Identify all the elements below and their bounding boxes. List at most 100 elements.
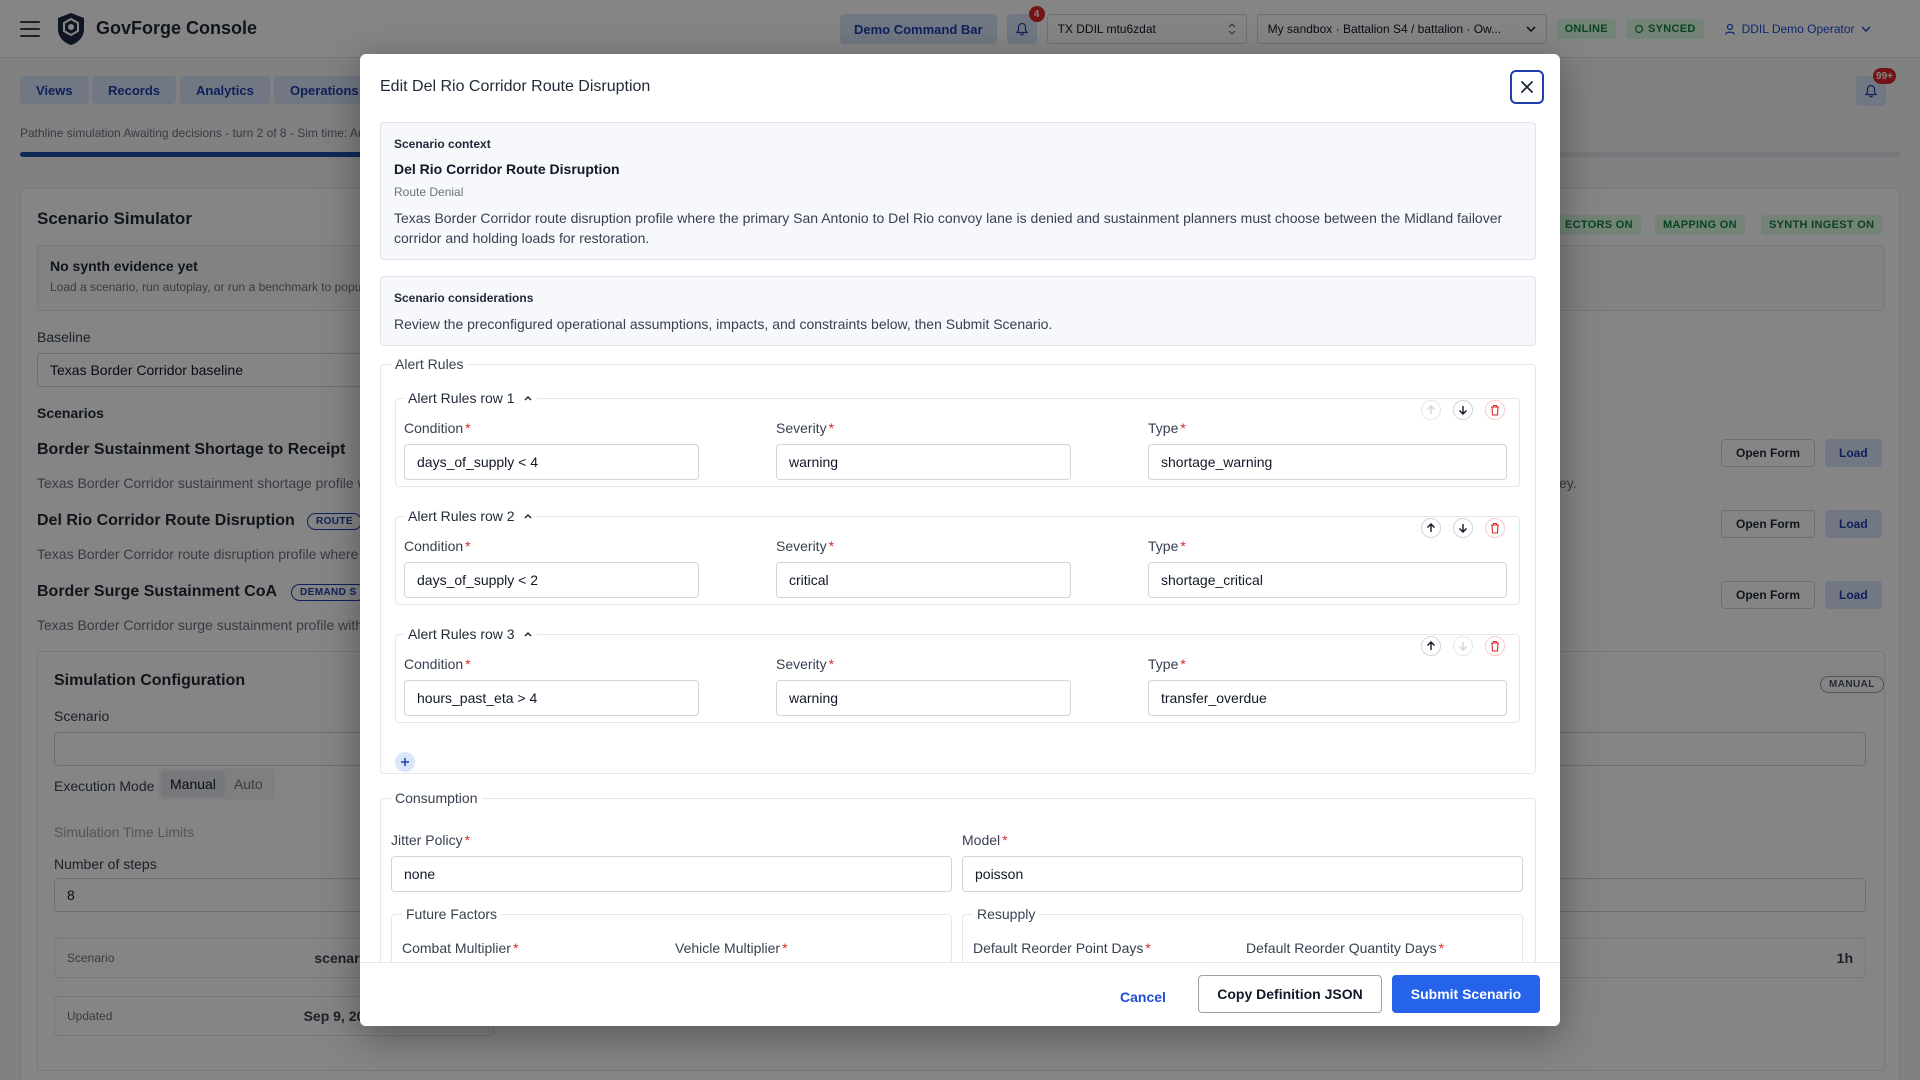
dialog-footer: Cancel Copy Definition JSON Submit Scena…	[360, 962, 1560, 1026]
reorder-quantity-label: Default Reorder Quantity Days *	[1246, 940, 1444, 956]
condition-input[interactable]: days_of_supply < 4	[404, 444, 699, 480]
type-label: Type *	[1148, 538, 1186, 554]
context-subtitle: Route Denial	[394, 185, 464, 199]
context-label: Scenario context	[394, 137, 491, 151]
required-marker: *	[465, 420, 471, 436]
required-marker: *	[828, 538, 835, 554]
add-row-button[interactable]	[395, 752, 415, 772]
type-input[interactable]: transfer_overdue	[1148, 680, 1507, 716]
required-marker: *	[1180, 420, 1186, 436]
type-label: Type *	[1148, 420, 1186, 436]
severity-label: Severity *	[776, 538, 834, 554]
arrow-down-icon	[1459, 524, 1467, 533]
considerations-label: Scenario considerations	[394, 291, 534, 305]
condition-label: Condition *	[404, 538, 471, 554]
copy-definition-json-button[interactable]: Copy Definition JSON	[1198, 975, 1382, 1013]
delete-row-button[interactable]	[1485, 400, 1505, 420]
jitter-policy-label: Jitter Policy *	[391, 832, 470, 848]
considerations-text: Review the preconfigured operational ass…	[394, 316, 1053, 332]
label-text: Condition	[404, 656, 464, 672]
row-legend[interactable]: Alert Rules row 1	[404, 390, 537, 406]
cancel-button[interactable]: Cancel	[1112, 979, 1174, 1015]
close-icon	[1521, 81, 1533, 93]
future-factors-legend: Future Factors	[406, 906, 498, 922]
label-text: Severity	[776, 538, 827, 554]
label-text: Combat Multiplier	[402, 940, 511, 956]
vehicle-multiplier-label: Vehicle Multiplier *	[675, 940, 788, 956]
context-title: Del Rio Corridor Route Disruption	[394, 161, 620, 177]
required-marker: *	[465, 656, 471, 672]
required-marker: *	[465, 538, 471, 554]
label-text: Severity	[776, 420, 827, 436]
scenario-considerations-box: Scenario considerations Review the preco…	[380, 276, 1536, 346]
arrow-up-icon	[1427, 641, 1435, 650]
row-title: Alert Rules row 1	[408, 390, 515, 406]
label-text: Type	[1148, 538, 1179, 554]
required-marker: *	[828, 656, 835, 672]
delete-row-button[interactable]	[1485, 636, 1505, 656]
model-input[interactable]: poisson	[962, 856, 1523, 892]
row-actions	[1421, 518, 1505, 538]
close-button[interactable]	[1510, 70, 1544, 104]
context-description: Texas Border Corridor route disruption p…	[394, 210, 1503, 246]
row-actions	[1421, 636, 1505, 656]
alert-rules-group: Alert Rules Alert Rules row 1 Condition *…	[380, 356, 1536, 774]
future-factors-group: Future Factors Combat Multiplier * Vehicl…	[391, 906, 952, 962]
arrow-down-icon	[1459, 642, 1467, 651]
row-title: Alert Rules row 3	[408, 626, 515, 642]
edit-scenario-dialog: Edit Del Rio Corridor Route Disruption S…	[360, 54, 1560, 1026]
chevron-up-icon[interactable]	[523, 629, 533, 639]
required-marker: *	[1180, 656, 1186, 672]
label-text: Severity	[776, 656, 827, 672]
required-marker: *	[464, 832, 471, 848]
condition-input[interactable]: days_of_supply < 2	[404, 562, 699, 598]
row-legend[interactable]: Alert Rules row 3	[404, 626, 537, 642]
move-up-button[interactable]	[1421, 518, 1441, 538]
combat-multiplier-label: Combat Multiplier *	[402, 940, 518, 956]
label-text: Condition	[404, 420, 464, 436]
move-up-button[interactable]	[1421, 400, 1441, 420]
label-text: Type	[1148, 656, 1179, 672]
chevron-up-icon[interactable]	[523, 511, 533, 521]
delete-row-button[interactable]	[1485, 518, 1505, 538]
row-legend[interactable]: Alert Rules row 2	[404, 508, 537, 524]
required-marker: *	[1438, 940, 1445, 956]
arrow-down-icon	[1459, 406, 1467, 415]
label-text: Default Reorder Point Days	[973, 940, 1144, 956]
severity-input[interactable]: critical	[776, 562, 1071, 598]
resupply-legend: Resupply	[977, 906, 1036, 922]
severity-input[interactable]: warning	[776, 680, 1071, 716]
row-actions	[1421, 400, 1505, 420]
severity-input[interactable]: warning	[776, 444, 1071, 480]
trash-icon	[1491, 640, 1499, 652]
required-marker: *	[1180, 538, 1186, 554]
condition-label: Condition *	[404, 420, 471, 436]
dialog-body[interactable]: Scenario context Del Rio Corridor Route …	[380, 122, 1540, 962]
alert-rule-row: Alert Rules row 1 Condition * days_of_sup…	[395, 390, 1520, 487]
required-marker: *	[512, 940, 519, 956]
move-down-button[interactable]	[1453, 518, 1473, 538]
row-title: Alert Rules row 2	[408, 508, 515, 524]
label-text: Default Reorder Quantity Days	[1246, 940, 1437, 956]
chevron-up-icon[interactable]	[523, 393, 533, 403]
arrow-up-icon	[1427, 405, 1435, 414]
required-marker: *	[1145, 940, 1151, 956]
scenario-context-box: Scenario context Del Rio Corridor Route …	[380, 122, 1536, 260]
label-text: Jitter Policy	[391, 832, 463, 848]
submit-scenario-button[interactable]: Submit Scenario	[1392, 975, 1540, 1013]
alert-rule-row: Alert Rules row 3 Condition * hours_past_…	[395, 626, 1520, 723]
consumption-legend: Consumption	[395, 790, 478, 806]
type-label: Type *	[1148, 656, 1186, 672]
move-down-button[interactable]	[1453, 400, 1473, 420]
trash-icon	[1491, 404, 1499, 416]
arrow-up-icon	[1427, 523, 1435, 532]
move-down-button[interactable]	[1453, 636, 1473, 656]
required-marker: *	[782, 940, 788, 956]
label-text: Type	[1148, 420, 1179, 436]
type-input[interactable]: shortage_critical	[1148, 562, 1507, 598]
jitter-policy-input[interactable]: none	[391, 856, 952, 892]
condition-input[interactable]: hours_past_eta > 4	[404, 680, 699, 716]
move-up-button[interactable]	[1421, 636, 1441, 656]
type-input[interactable]: shortage_warning	[1148, 444, 1507, 480]
resupply-group: Resupply Default Reorder Point Days * Def…	[962, 906, 1523, 962]
